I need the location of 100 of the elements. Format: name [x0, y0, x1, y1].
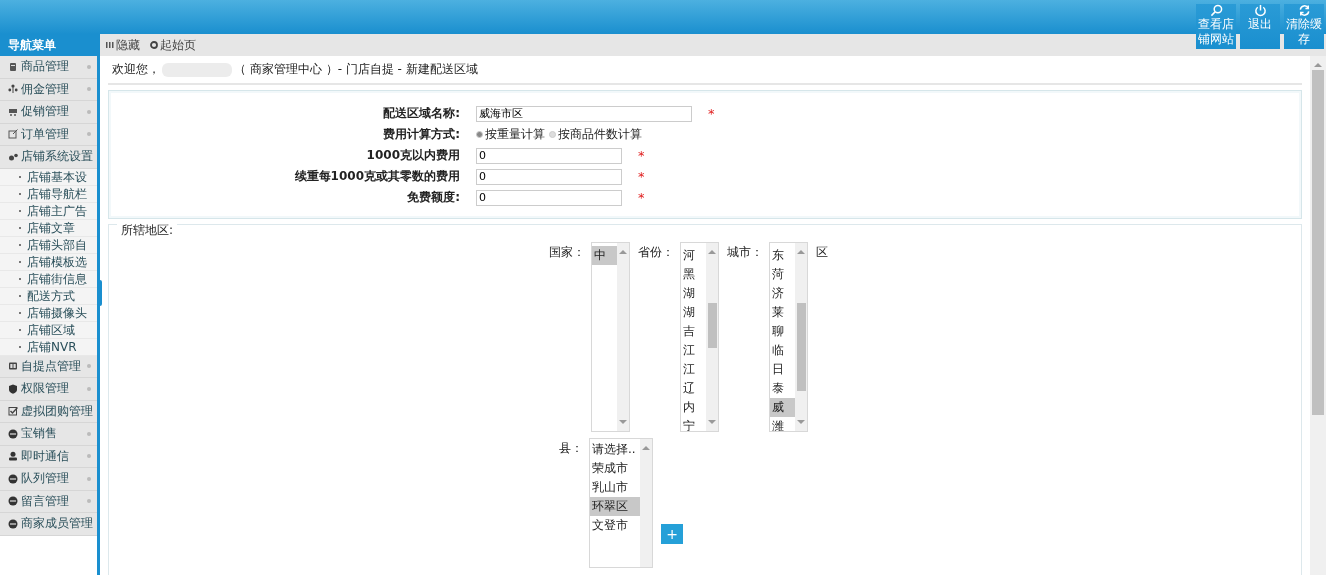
bars-icon: [106, 41, 114, 49]
cart-icon: [8, 106, 18, 117]
toolbar-button[interactable]: 起始页: [148, 36, 198, 54]
bullet-icon: [87, 454, 91, 459]
required-mark: *: [708, 106, 715, 121]
sidebar-item[interactable]: 店铺系统设置: [0, 146, 97, 169]
sidebar-item[interactable]: 促销管理: [0, 101, 97, 124]
list-option[interactable]: 江: [681, 360, 706, 379]
select-label: 县：: [559, 440, 583, 457]
power-icon: [1253, 4, 1267, 17]
required-mark: *: [638, 148, 645, 163]
radio-option[interactable]: 按商品件数计算: [549, 126, 642, 143]
select-label: 城市：: [727, 244, 763, 261]
welcome-text: 欢迎您，: [112, 61, 160, 78]
text-field[interactable]: 0: [476, 168, 622, 185]
minus-icon: [8, 473, 18, 484]
sidebar-item[interactable]: 即时通信: [0, 445, 97, 468]
sidebar-item[interactable]: 队列管理: [0, 468, 97, 491]
required-mark: *: [638, 190, 645, 205]
field-label: 费用计算方式:: [382, 126, 460, 143]
sidebar-item[interactable]: 佣金管理: [0, 78, 97, 101]
list-box[interactable]: 河 黑 湖 湖 吉 江 江 辽 内 宁: [680, 242, 719, 432]
field-label: 配送区域名称:: [382, 105, 460, 122]
bullet-icon: [87, 64, 91, 69]
bullet-icon: [87, 431, 91, 436]
list-option[interactable]: 威: [770, 398, 795, 417]
select-label: 区: [816, 244, 828, 261]
list-option[interactable]: 潍: [770, 417, 795, 431]
text-field[interactable]: 0: [476, 189, 622, 206]
scrollbar[interactable]: [795, 243, 807, 431]
scrollbar[interactable]: [640, 439, 652, 567]
list-option[interactable]: 日: [770, 360, 795, 379]
scrollbar[interactable]: [706, 243, 718, 431]
field-label: 续重每1000克或其零数的费用: [293, 168, 460, 185]
sidebar-item[interactable]: 留言管理: [0, 490, 97, 513]
book-icon: [8, 361, 18, 372]
list-option[interactable]: 河: [681, 246, 706, 265]
list-option[interactable]: 湖: [681, 284, 706, 303]
list-option[interactable]: 黑: [681, 265, 706, 284]
list-option[interactable]: 江: [681, 341, 706, 360]
sidebar-item[interactable]: 订单管理: [0, 123, 97, 146]
bullet-icon: [87, 87, 91, 92]
minus-icon: [8, 428, 18, 439]
sidebar-item[interactable]: 商品管理: [0, 56, 97, 79]
scrollbar[interactable]: [617, 243, 629, 431]
sidebar-item[interactable]: 权限管理: [0, 378, 97, 401]
gears-icon: [8, 151, 18, 162]
list-option[interactable]: 泰: [770, 379, 795, 398]
field-label: 1000克以内费用: [365, 147, 460, 164]
bullet-icon: [87, 364, 91, 369]
bullet-icon: [87, 132, 91, 137]
toolbar-button[interactable]: 隐藏: [104, 36, 142, 54]
list-option[interactable]: 济: [770, 284, 795, 303]
minus-icon: [8, 518, 18, 529]
field-label: 免费额度:: [406, 189, 460, 206]
check-icon: [8, 406, 18, 417]
refresh-icon: [1297, 4, 1311, 17]
bullet-icon: [87, 109, 91, 114]
text-field[interactable]: 0: [476, 147, 622, 164]
sidebar-item[interactable]: 自提点管理: [0, 355, 97, 378]
list-option[interactable]: 菏: [770, 265, 795, 284]
shield-icon: [8, 383, 18, 394]
list-option[interactable]: 莱: [770, 303, 795, 322]
sidebar-item[interactable]: 宝销售: [0, 423, 97, 446]
list-option[interactable]: 宁: [681, 417, 706, 431]
list-option[interactable]: 临: [770, 341, 795, 360]
list-box[interactable]: 中: [591, 242, 630, 432]
list-option[interactable]: 环翠区: [590, 497, 640, 516]
circle-icon: [150, 41, 158, 49]
person-icon: [8, 451, 18, 462]
minus-icon: [8, 496, 18, 507]
required-mark: *: [638, 169, 645, 184]
sidebar-title: 导航菜单: [0, 34, 97, 56]
list-box[interactable]: 东 菏 济 莱 聊 临 日 泰 威 潍: [769, 242, 808, 432]
list-option[interactable]: 荣成市: [590, 459, 640, 478]
page-scrollbar[interactable]: [1310, 56, 1326, 575]
bullet-icon: [87, 476, 91, 481]
select-label: 国家：: [549, 244, 585, 261]
tree-icon: [8, 84, 18, 95]
list-option[interactable]: 吉: [681, 322, 706, 341]
list-option[interactable]: 请选择..: [590, 440, 640, 459]
sidebar-item[interactable]: 虚拟团购管理: [0, 400, 97, 423]
list-box[interactable]: 请选择.. 荣成市 乳山市 环翠区 文登市: [589, 438, 653, 568]
list-option[interactable]: 聊: [770, 322, 795, 341]
sidebar-item[interactable]: 商家成员管理: [0, 513, 97, 536]
bullet-icon: [87, 499, 91, 504]
list-option[interactable]: 湖: [681, 303, 706, 322]
list-option[interactable]: 内: [681, 398, 706, 417]
list-option[interactable]: 东: [770, 246, 795, 265]
select-label: 省份：: [638, 244, 674, 261]
text-field[interactable]: 威海市区: [476, 105, 692, 122]
list-option[interactable]: 辽: [681, 379, 706, 398]
list-option[interactable]: 乳山市: [590, 478, 640, 497]
list-option[interactable]: 文登市: [590, 516, 640, 535]
edit-icon: [8, 129, 18, 140]
radio-option[interactable]: 按重量计算: [476, 126, 545, 143]
breadcrumb-path: （ 商家管理中心 ）- 门店自提 - 新建配送区域: [234, 61, 478, 78]
list-option[interactable]: 中: [592, 246, 617, 265]
bullet-icon: [87, 386, 91, 391]
region-legend: 所辖地区:: [117, 222, 178, 239]
